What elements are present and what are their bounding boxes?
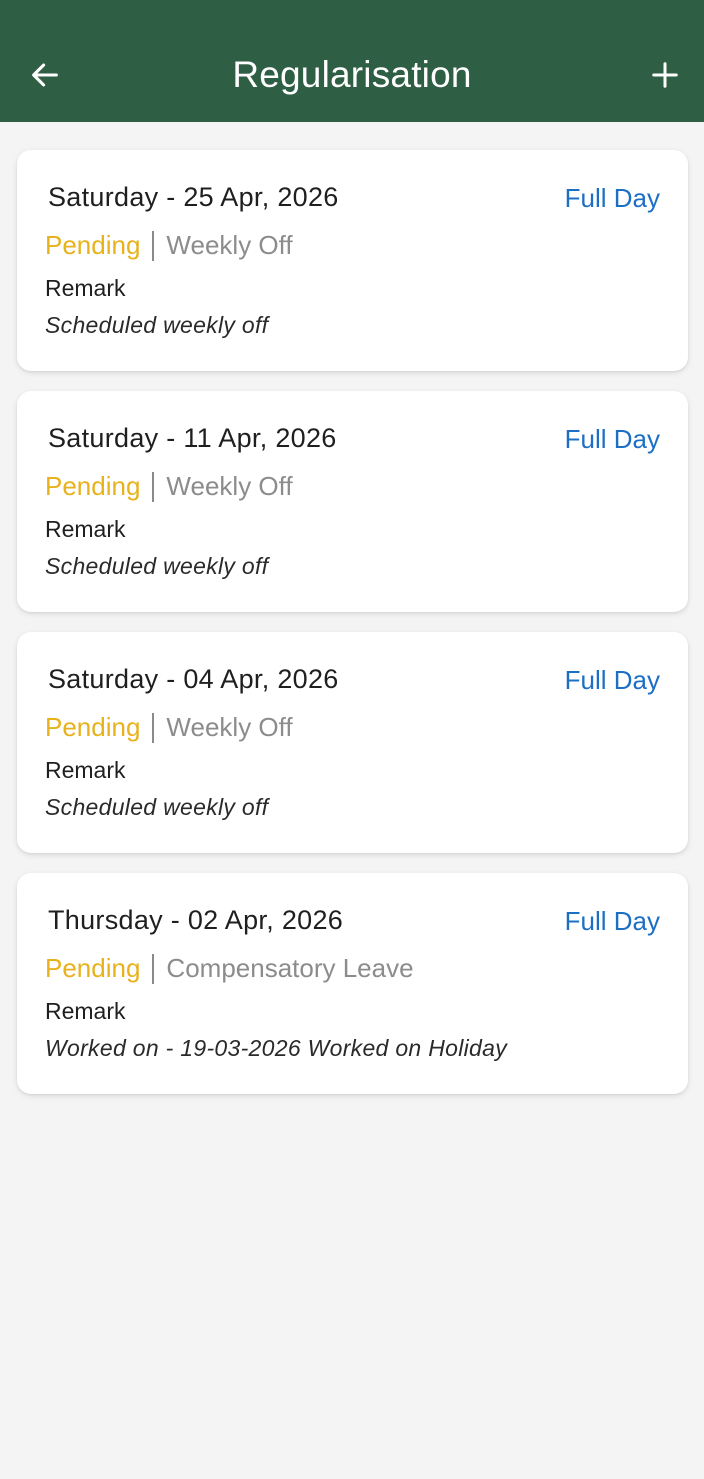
remark-text: Scheduled weekly off [45,794,269,820]
request-date: Saturday - 04 Apr, 2026 [48,664,339,694]
status-badge: Pending [45,953,141,983]
request-date: Thursday - 02 Apr, 2026 [48,905,344,935]
request-type: Compensatory Leave [166,953,414,983]
duration-label: Full Day [564,665,660,695]
status-divider [152,471,155,502]
back-button[interactable] [22,52,68,98]
request-type: Weekly Off [166,230,293,260]
remark-label: Remark [45,516,126,542]
duration-label: Full Day [564,424,660,454]
remark-label: Remark [45,275,126,301]
regularisation-list: Saturday - 25 Apr, 2026 Full Day Pending… [17,150,688,1114]
regularisation-screen: Regularisation Saturday - 25 Apr, 2026 F… [0,0,704,1479]
status-divider [152,230,155,261]
status-row: Pending Weekly Off [45,712,293,743]
remark-text: Worked on - 19-03-2026 Worked on Holiday [45,1035,508,1061]
remark-label: Remark [45,757,126,783]
plus-icon [652,62,678,88]
regularisation-card[interactable]: Saturday - 04 Apr, 2026 Full Day Pending… [17,632,688,853]
status-badge: Pending [45,712,141,742]
status-row: Pending Weekly Off [45,230,293,261]
arrow-left-icon [32,63,58,87]
regularisation-card[interactable]: Saturday - 25 Apr, 2026 Full Day Pending… [17,150,688,371]
status-divider [152,953,155,984]
remark-text: Scheduled weekly off [45,553,269,579]
page-title: Regularisation [232,54,472,95]
remark-text: Scheduled weekly off [45,312,269,338]
request-type: Weekly Off [166,712,293,742]
remark-label: Remark [45,998,126,1024]
status-badge: Pending [45,230,141,260]
request-type: Weekly Off [166,471,293,501]
status-row: Pending Compensatory Leave [45,953,414,984]
request-date: Saturday - 11 Apr, 2026 [48,423,337,453]
regularisation-card[interactable]: Thursday - 02 Apr, 2026 Full Day Pending… [17,873,688,1094]
request-date: Saturday - 25 Apr, 2026 [48,182,339,212]
status-divider [152,712,155,743]
duration-label: Full Day [564,183,660,213]
regularisation-card[interactable]: Saturday - 11 Apr, 2026 Full Day Pending… [17,391,688,612]
add-request-button[interactable] [642,52,688,98]
status-row: Pending Weekly Off [45,471,293,502]
status-badge: Pending [45,471,141,501]
duration-label: Full Day [564,906,660,936]
app-bar: Regularisation [0,0,704,122]
